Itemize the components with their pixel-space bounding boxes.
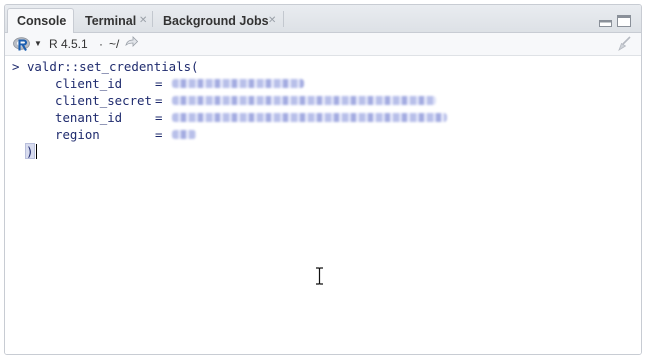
tab-console[interactable]: Console (7, 8, 74, 33)
redacted-value (172, 130, 196, 139)
tab-separator (283, 11, 284, 27)
arg-name: region (55, 127, 100, 142)
redacted-value (172, 79, 304, 88)
tab-background-jobs[interactable]: Background Jobs ✕ (153, 8, 281, 32)
arg-equals: = (155, 127, 163, 142)
toolbar-separator: · (99, 37, 103, 51)
closing-paren: ) (26, 144, 34, 159)
r-version-label: R 4.5.1 (49, 37, 88, 51)
tab-background-jobs-label: Background Jobs (163, 14, 269, 28)
arg-name: client_id (55, 76, 123, 91)
arg-equals: = (155, 76, 163, 91)
redacted-value (172, 96, 436, 105)
minimize-icon[interactable] (599, 14, 612, 27)
close-icon[interactable]: ✕ (268, 9, 276, 33)
console-output[interactable]: > valdr::set_credentials( client_id = cl… (5, 56, 641, 354)
function-call: valdr::set_credentials( (26, 59, 199, 74)
text-cursor-icon (315, 267, 324, 285)
arg-equals: = (155, 93, 163, 108)
go-to-directory-icon[interactable] (125, 36, 139, 52)
arg-equals: = (155, 110, 163, 125)
dropdown-arrow-icon[interactable]: ▼ (34, 36, 42, 52)
maximize-icon[interactable] (617, 14, 631, 27)
redacted-value (172, 113, 447, 122)
tab-bar: Console Terminal ✕ Background Jobs ✕ (5, 5, 641, 33)
console-toolbar: ▼ R 4.5.1 · ~/ (5, 33, 641, 56)
console-line: > valdr::set_credentials( (12, 58, 199, 75)
text-caret (36, 144, 37, 159)
console-pane: Console Terminal ✕ Background Jobs ✕ ▼ R (4, 4, 642, 355)
arg-name: tenant_id (55, 110, 123, 125)
tab-terminal-label: Terminal (85, 14, 137, 28)
working-directory[interactable]: ~/ (109, 36, 119, 52)
clear-console-icon[interactable] (617, 36, 633, 55)
tab-console-label: Console (17, 14, 67, 28)
arg-name: client_secret (55, 93, 152, 108)
close-icon[interactable]: ✕ (139, 9, 147, 33)
r-logo-icon (13, 36, 31, 52)
console-prompt: > (12, 59, 20, 74)
tab-terminal[interactable]: Terminal ✕ (75, 8, 151, 32)
